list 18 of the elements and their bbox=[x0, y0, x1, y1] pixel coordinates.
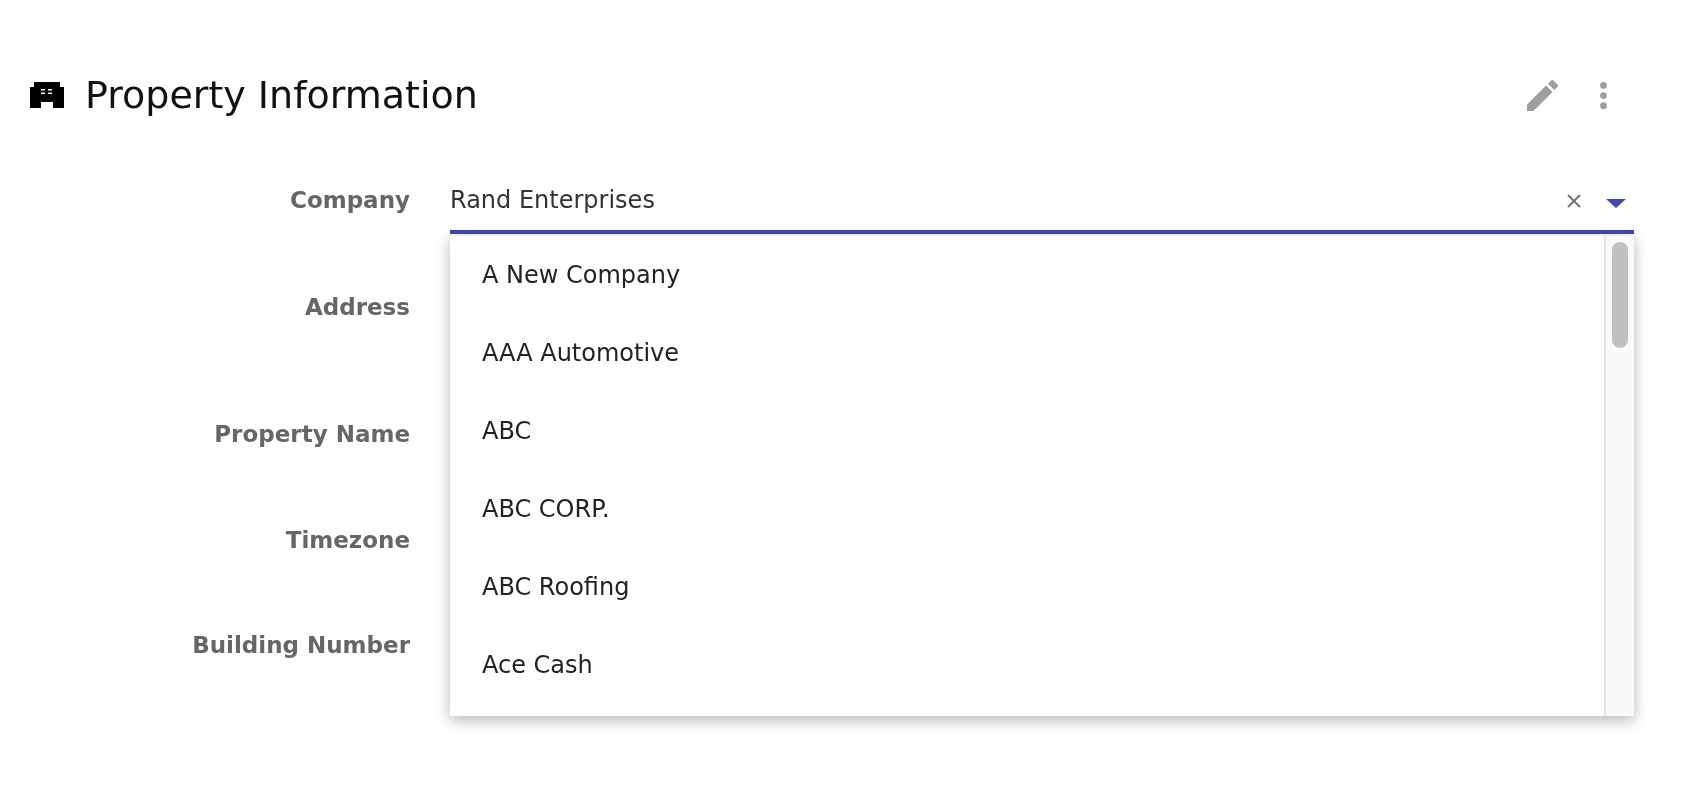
dropdown-option[interactable]: A New Company bbox=[450, 236, 1604, 314]
scrollbar-thumb[interactable] bbox=[1612, 242, 1628, 348]
field-label: Address bbox=[303, 293, 410, 322]
clear-icon[interactable] bbox=[1567, 194, 1581, 208]
building-icon bbox=[30, 82, 64, 108]
dropdown-option[interactable]: ABC CORP. bbox=[450, 470, 1604, 548]
caret-icon[interactable] bbox=[1606, 199, 1626, 208]
edit-icon[interactable] bbox=[1527, 79, 1558, 111]
section-title: Property Information bbox=[85, 72, 478, 118]
field-label: Company bbox=[289, 186, 410, 215]
dropdown-option[interactable]: ABC bbox=[450, 392, 1604, 470]
dropdown-option[interactable]: Ace Cash bbox=[450, 626, 1604, 704]
dropdown-option[interactable]: AAA Automotive bbox=[450, 314, 1604, 392]
dropdown-option[interactable]: ABC Roofing bbox=[450, 548, 1604, 626]
more-menu-icon[interactable] bbox=[1600, 81, 1607, 109]
field-label: Building Number bbox=[191, 631, 410, 660]
field-label: Property Name bbox=[213, 420, 410, 449]
field-label: Timezone bbox=[284, 526, 410, 555]
